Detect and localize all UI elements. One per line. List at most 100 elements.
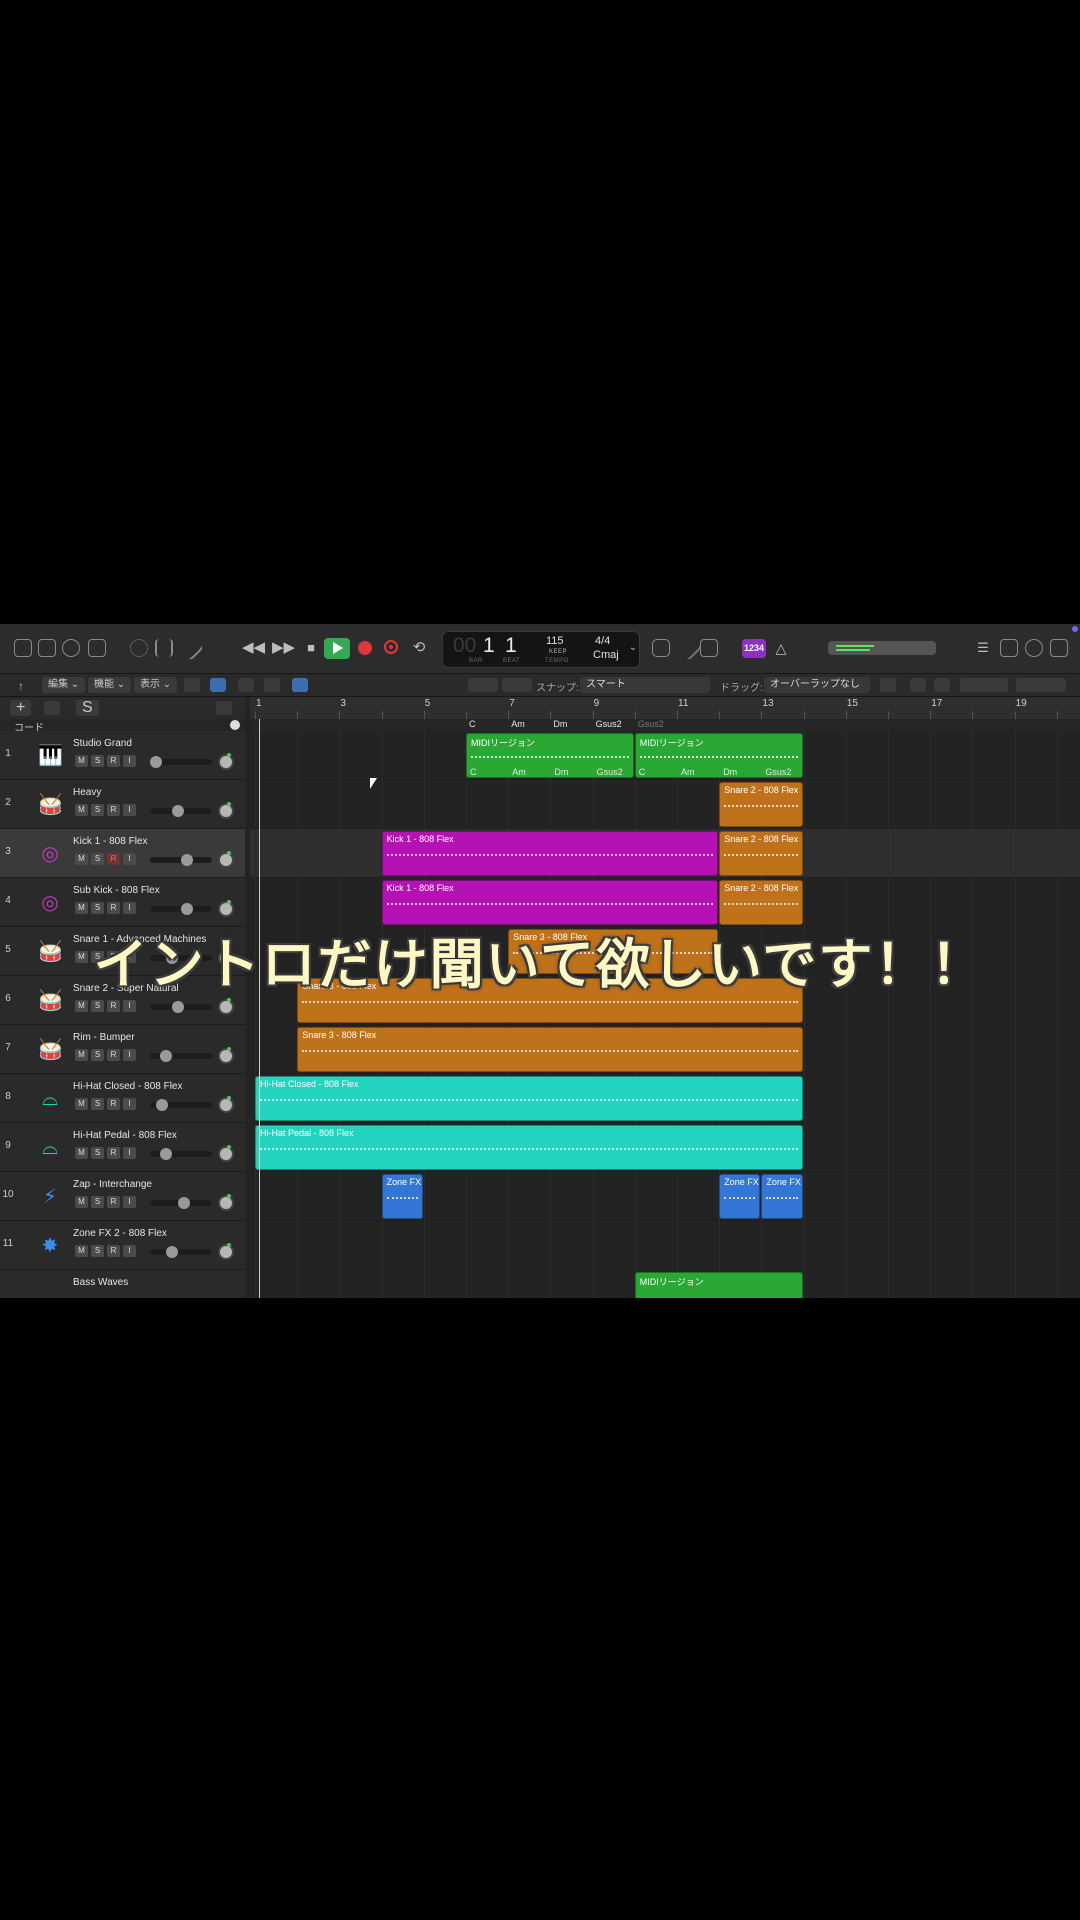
volume-slider[interactable] <box>150 1050 212 1062</box>
vertical-zoom-icon[interactable] <box>910 678 926 692</box>
region[interactable]: Zone FX <box>381 1174 423 1219</box>
pan-knob[interactable] <box>218 852 234 868</box>
region[interactable]: Snare 2 - 808 Flex <box>719 831 803 876</box>
volume-slider[interactable] <box>150 903 212 915</box>
mute-button[interactable]: M <box>75 755 88 767</box>
list-editors-icon[interactable]: ☰ <box>972 638 994 658</box>
volume-slider-handle[interactable] <box>181 854 194 866</box>
record-enable-button[interactable]: R <box>107 1000 120 1012</box>
folder-icon[interactable] <box>216 701 232 715</box>
chord-lane[interactable]: C Am Dm Gsus2 Gsus2 <box>250 719 1080 731</box>
volume-slider[interactable] <box>150 805 212 817</box>
mute-button[interactable]: M <box>75 804 88 816</box>
chord-add-icon[interactable] <box>230 720 240 730</box>
region[interactable]: MIDIリージョン C Am Dm Gsus2 <box>634 733 803 778</box>
cycle-icon[interactable]: ⟲ <box>408 638 430 658</box>
track-header[interactable]: 1 🎹 Studio Grand M S R I <box>0 731 245 780</box>
volume-slider-handle[interactable] <box>159 1148 172 1160</box>
pan-knob[interactable] <box>218 1097 234 1113</box>
mute-button[interactable]: M <box>75 1098 88 1110</box>
notepad-icon[interactable] <box>1000 639 1018 657</box>
volume-slider-handle[interactable] <box>165 1246 178 1258</box>
volume-slider[interactable] <box>150 1197 212 1209</box>
record-enable-button[interactable]: R <box>107 804 120 816</box>
record-enable-button[interactable]: R <box>107 755 120 767</box>
solo-button[interactable]: S <box>91 804 104 816</box>
input-monitor-button[interactable]: I <box>123 1098 136 1110</box>
smart-controls-icon[interactable] <box>130 639 148 657</box>
region[interactable]: Hi-Hat Pedal - 808 Flex <box>255 1125 803 1170</box>
solo-button[interactable]: S <box>91 902 104 914</box>
add-track-button[interactable]: + <box>10 700 32 716</box>
flex-icon[interactable] <box>264 678 280 692</box>
solo-button[interactable]: S <box>91 1147 104 1159</box>
input-monitor-button[interactable]: I <box>123 804 136 816</box>
track-view-icon[interactable] <box>210 678 226 692</box>
lcd-display[interactable]: 00 1 1 BAR BEAT 115 KEEP TEMPO 4/4 Cmaj <box>442 631 640 668</box>
mute-button[interactable]: M <box>75 902 88 914</box>
track-header[interactable]: 11 ✸ Zone FX 2 - 808 Flex M S R I <box>0 1221 245 1270</box>
chord-label[interactable]: Am <box>511 719 525 729</box>
pan-knob[interactable] <box>218 1244 234 1260</box>
volume-slider[interactable] <box>150 1148 212 1160</box>
mute-button[interactable]: M <box>75 1196 88 1208</box>
loop-browser-icon[interactable] <box>1025 639 1043 657</box>
track-name[interactable]: Zap - Interchange <box>73 1179 152 1190</box>
solo-button[interactable]: S <box>91 1196 104 1208</box>
browser-icon[interactable] <box>1050 639 1068 657</box>
chord-label[interactable]: Gsus2 <box>596 719 622 729</box>
input-monitor-button[interactable]: I <box>123 853 136 865</box>
mixer-icon[interactable] <box>155 639 173 657</box>
track-header[interactable]: Bass Waves <box>0 1270 245 1298</box>
record-enable-button[interactable]: R <box>107 853 120 865</box>
region[interactable]: Kick 1 - 808 Flex <box>381 831 719 876</box>
count-in-badge[interactable]: 1234 <box>742 639 766 658</box>
toolbar-icon[interactable] <box>88 639 106 657</box>
edit-menu[interactable]: 編集 ⌄ <box>42 677 86 693</box>
input-monitor-button[interactable]: I <box>123 902 136 914</box>
input-monitor-button[interactable]: I <box>123 1000 136 1012</box>
editor-pencil-icon[interactable] <box>178 635 204 661</box>
region[interactable]: Snare 3 - 808 Flex <box>297 1027 803 1072</box>
track-name[interactable]: Kick 1 - 808 Flex <box>73 836 147 847</box>
region[interactable]: MIDIリージョン <box>634 1272 803 1298</box>
pan-knob[interactable] <box>218 803 234 819</box>
track-name[interactable]: Rim - Bumper <box>73 1032 135 1043</box>
drag-select[interactable]: オーバーラップなし <box>764 677 870 693</box>
global-solo-button[interactable]: S <box>76 700 99 716</box>
record-enable-button[interactable]: R <box>107 1245 120 1257</box>
mute-button[interactable]: M <box>75 1000 88 1012</box>
waveform-zoom-icon[interactable] <box>880 678 896 692</box>
quick-help-icon[interactable] <box>62 639 80 657</box>
track-name[interactable]: Hi-Hat Pedal - 808 Flex <box>73 1130 177 1141</box>
horizontal-zoom-icon[interactable] <box>934 678 950 692</box>
record-enable-button[interactable]: R <box>107 1147 120 1159</box>
pan-knob[interactable] <box>218 901 234 917</box>
region[interactable]: MIDIリージョン C Am Dm Gsus2 <box>466 733 634 778</box>
chord-label[interactable]: C <box>469 719 476 729</box>
track-name[interactable]: Studio Grand <box>73 738 132 749</box>
track-name[interactable]: Heavy <box>73 787 101 798</box>
bar-ruler[interactable]: 1 3 5 7 9 11 13 15 17 19 <box>250 697 1080 720</box>
record-enable-button[interactable]: R <box>107 1098 120 1110</box>
mute-button[interactable]: M <box>75 1049 88 1061</box>
volume-slider-handle[interactable] <box>150 756 163 768</box>
region[interactable]: Kick 1 - 808 Flex <box>381 880 719 925</box>
track-header[interactable]: 2 🥁 Heavy M S R I <box>0 780 245 829</box>
rewind-icon[interactable]: ◀◀ <box>242 638 265 658</box>
inspector-icon[interactable] <box>38 639 56 657</box>
track-lane[interactable] <box>250 1172 1080 1221</box>
pan-knob[interactable] <box>218 754 234 770</box>
record-button[interactable] <box>358 641 372 655</box>
lcd-chevron-down-icon[interactable]: ⌄ <box>622 638 644 658</box>
record-enable-button[interactable]: R <box>107 1049 120 1061</box>
mute-button[interactable]: M <box>75 1245 88 1257</box>
back-arrow-icon[interactable]: ↑ <box>10 676 32 696</box>
fast-forward-icon[interactable]: ▶▶ <box>272 638 295 658</box>
library-icon[interactable] <box>14 639 32 657</box>
chord-label[interactable]: Gsus2 <box>638 719 664 729</box>
pan-knob[interactable] <box>218 999 234 1015</box>
volume-slider[interactable] <box>150 1246 212 1258</box>
functions-menu[interactable]: 機能 ⌄ <box>88 677 132 693</box>
solo-button[interactable]: S <box>91 853 104 865</box>
